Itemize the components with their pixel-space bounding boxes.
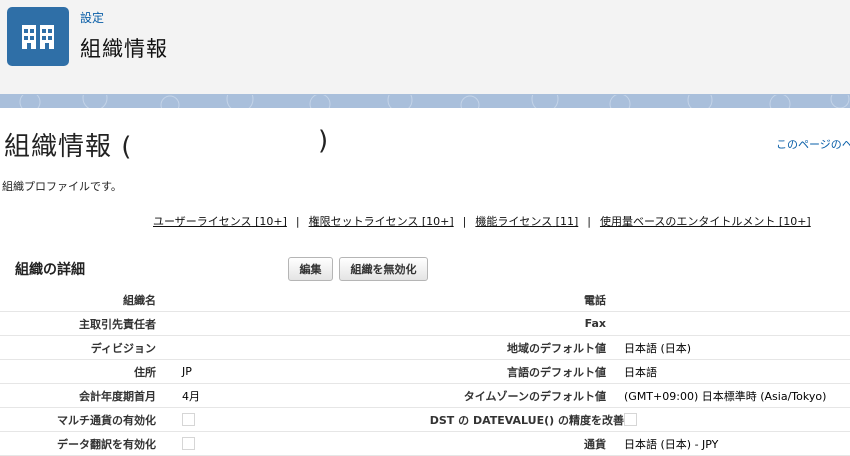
field-label: 通貨 [419,431,606,456]
field-label: 地域のデフォルト値 [419,335,606,360]
field-value: 4月 [182,383,419,408]
link-separator: | [587,215,591,228]
field-value [182,335,419,360]
data-translation-checkbox [182,437,195,451]
field-value [624,288,850,312]
field-label: 主取引先責任者 [0,311,156,336]
breadcrumb-setup[interactable]: 設定 [80,9,104,26]
field-value: 日本語 (日本) [624,335,850,360]
header-title: 組織情報 [80,37,168,61]
link-separator: | [462,215,467,228]
field-label: 住所 [0,359,156,384]
link-permission-set-licenses[interactable]: 権限セットライセンス [10+] [309,215,454,228]
field-value [182,311,419,336]
table-row: データ翻訳を有効化 通貨 日本語 (日本) - JPY [0,431,850,456]
field-label: データ翻訳を有効化 [0,431,156,456]
field-label: ディビジョン [0,335,156,360]
page-title-open-paren: ( [121,132,133,162]
field-value: JP [182,359,419,384]
section-title: 組織の詳細 [15,262,85,278]
page-title-text: 組織情報 [4,132,113,162]
building-icon [7,7,69,66]
deactivate-org-button[interactable]: 組織を無効化 [339,257,428,281]
field-value: (GMT+09:00) 日本標準時 (Asia/Tokyo) [624,383,850,408]
link-usage-entitlements[interactable]: 使用量ベースのエンタイトルメント [10+] [600,215,811,228]
field-label: 電話 [419,288,606,312]
field-label: 組織名 [0,288,156,312]
page-title: 組織情報 ( [4,126,132,163]
field-value [182,288,419,312]
setup-header: 設定 組織情報 [0,0,850,94]
dst-datevalue-checkbox [624,413,637,427]
page-description: 組織プロファイルです。 [2,180,122,193]
multi-currency-checkbox [182,413,195,427]
table-row: マルチ通貨の有効化 DST の DATEVALUE() の精度を改善 [0,407,850,432]
field-value: 日本語 [624,359,850,384]
field-value: 日本語 (日本) - JPY [624,431,850,456]
table-row: 主取引先責任者 Fax [0,311,850,336]
field-label: DST の DATEVALUE() の精度を改善 [419,407,624,432]
edit-button[interactable]: 編集 [288,257,333,281]
field-value [624,311,850,336]
help-link[interactable]: このページのヘル [776,136,850,152]
table-row: ディビジョン 地域のデフォルト値 日本語 (日本) [0,335,850,360]
link-feature-licenses[interactable]: 機能ライセンス [11] [475,215,578,228]
field-label: タイムゾーンのデフォルト値 [419,383,606,408]
link-user-licenses[interactable]: ユーザーライセンス [10+] [153,215,287,228]
table-row: 会計年度期首月 4月 タイムゾーンのデフォルト値 (GMT+09:00) 日本標… [0,383,850,408]
field-label: 会計年度期首月 [0,383,156,408]
decorative-band [0,94,850,108]
table-row: 住所 JP 言語のデフォルト値 日本語 [0,359,850,384]
field-label: マルチ通貨の有効化 [0,407,156,432]
field-label: 言語のデフォルト値 [419,359,606,384]
table-row: 組織名 電話 [0,288,850,312]
field-label: Fax [419,311,606,336]
org-detail-table: 組織名 電話 主取引先責任者 Fax ディビジョン 地域のデフォルト値 日本語 … [0,288,850,456]
link-separator: | [295,215,300,228]
license-links: ユーザーライセンス [10+] | 権限セットライセンス [10+] | 機能ライセンス… [153,213,811,229]
page-title-close-paren: ) [318,126,329,156]
